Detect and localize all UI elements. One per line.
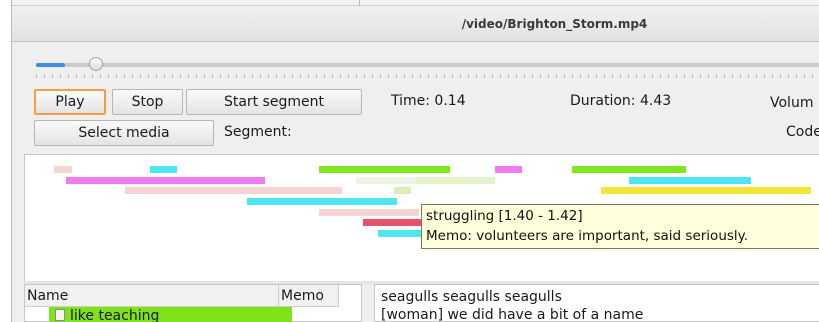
duration-label: Duration: 4.43 [570, 93, 672, 109]
play-button[interactable]: Play [34, 89, 106, 115]
segments-timeline[interactable]: struggling [1.40 - 1.42] Memo: volunteer… [24, 154, 819, 281]
slider-ticks [36, 75, 819, 78]
timeline-segment[interactable] [319, 166, 450, 173]
timeline-segment[interactable] [125, 187, 342, 194]
transcript-line: [woman] we did have a bit of a name [381, 307, 644, 322]
segment-tooltip: struggling [1.40 - 1.42] Memo: volunteer… [421, 204, 819, 249]
timeline-segment[interactable] [150, 166, 177, 173]
column-header-name[interactable]: Name [25, 285, 279, 307]
transcript-line: seagulls seagulls seagulls [381, 289, 562, 305]
column-header-memo[interactable]: Memo [279, 285, 339, 307]
stop-button[interactable]: Stop [112, 89, 183, 115]
timeline-segment[interactable] [363, 219, 423, 226]
timeline-segment[interactable] [601, 187, 811, 194]
timeline-segment[interactable] [54, 166, 72, 173]
window-title-container: /video/Brighton_Storm.mp4 [12, 17, 812, 31]
timeline-segment[interactable] [416, 177, 495, 184]
tooltip-memo-line: Memo: volunteers are important, said ser… [426, 228, 749, 244]
timeline-segment[interactable] [247, 198, 397, 205]
document-icon [55, 309, 65, 321]
media-position-slider[interactable] [36, 63, 819, 67]
table-row[interactable]: like teaching [49, 307, 292, 322]
timeline-segment[interactable] [629, 177, 751, 184]
slider-handle[interactable] [89, 57, 103, 71]
title-bar-divider [12, 5, 819, 6]
timeline-segment[interactable] [356, 177, 418, 184]
timeline-segment[interactable] [495, 166, 522, 173]
timeline-segment[interactable] [572, 166, 686, 173]
transcript-text-area[interactable]: seagulls seagulls seagulls [woman] we di… [374, 284, 819, 322]
slider-progress-fill [36, 63, 65, 67]
select-media-button[interactable]: Select media [34, 120, 214, 146]
timeline-segment[interactable] [319, 209, 419, 216]
time-label: Time: 0.14 [391, 93, 466, 109]
timeline-segment[interactable] [378, 230, 423, 237]
codes-table: Name Memo like teaching [24, 284, 362, 322]
codec-label: Code [786, 124, 819, 140]
title-bar-tick [359, 0, 360, 6]
volume-label: Volum [770, 95, 814, 111]
title-bar: /video/Brighton_Storm.mp4 [12, 0, 819, 42]
timeline-segment[interactable] [66, 177, 265, 184]
timeline-segment[interactable] [394, 187, 411, 194]
code-name: like teaching [70, 308, 160, 322]
main-window: /video/Brighton_Storm.mp4 Play Stop Star… [11, 0, 819, 322]
start-segment-button[interactable]: Start segment [186, 89, 362, 115]
segment-label: Segment: [224, 124, 292, 140]
window-title: /video/Brighton_Storm.mp4 [461, 17, 648, 31]
tooltip-code-line: struggling [1.40 - 1.42] [426, 208, 583, 224]
